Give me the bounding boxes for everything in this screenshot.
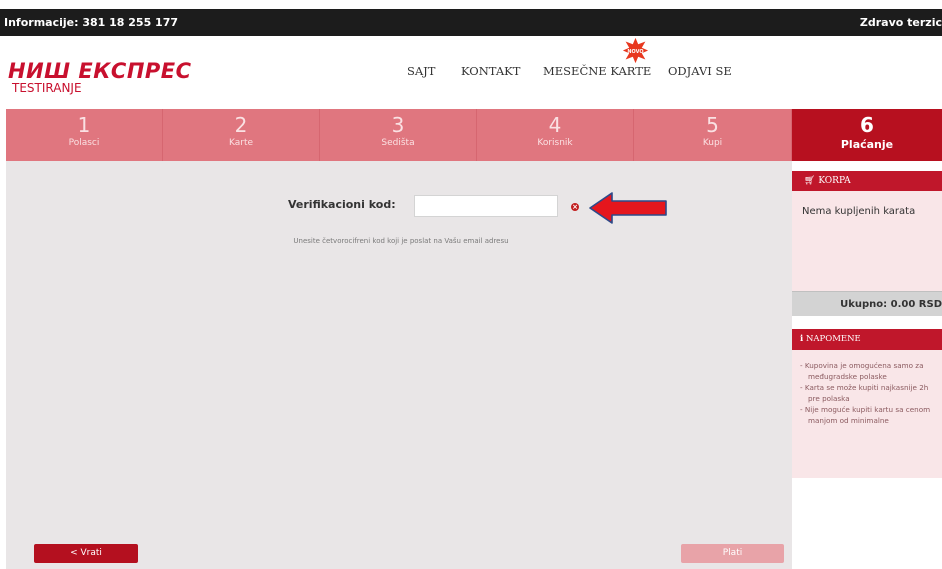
notes-header: i NAPOMENE [792, 329, 942, 350]
step-karte[interactable]: 2 Karte [163, 109, 320, 161]
nav-link-sajt[interactable]: SAJT [407, 64, 435, 78]
step-label: Plaćanje [840, 138, 894, 151]
step-number: 4 [548, 113, 562, 137]
step-label: Korisnik [537, 138, 573, 148]
cart-total: Ukupno: 0.00 RSD [840, 299, 942, 310]
step-number: 6 [860, 113, 874, 137]
verification-hint: Unesite četvorocifreni kod koji je posla… [293, 237, 509, 245]
step-number: 5 [706, 113, 719, 137]
top-info-bar: Informacije: 381 18 255 177 Zdravo terzi… [0, 9, 942, 36]
note-item: - Nije moguće kupiti kartu sa cenom manj… [800, 405, 931, 425]
nav-link-odjavi-se[interactable]: ODJAVI SE [668, 64, 732, 78]
main-content: Verifikacioni kod: × Unesite četvorocifr… [6, 161, 792, 569]
back-button[interactable]: < Vrati [34, 544, 138, 563]
x-circle-icon: × [571, 203, 579, 211]
step-label: Polasci [68, 138, 100, 148]
note-item: - Karta se može kupiti najkasnije 2h pre… [800, 383, 929, 403]
pay-button[interactable]: Plati [681, 544, 784, 563]
cart-header: 🛒︎ KORPA [792, 171, 942, 191]
verification-code-input[interactable] [414, 195, 558, 217]
contact-info: Informacije: 381 18 255 177 [4, 16, 179, 29]
sidebar: 🛒︎ KORPA Nema kupljenih karata Ukupno: 0… [792, 161, 942, 569]
step-kupi[interactable]: 5 Kupi [634, 109, 792, 161]
cart-total-bar: Ukupno: 0.00 RSD [792, 291, 942, 316]
cart-icon: 🛒︎ [804, 176, 816, 186]
logo-subtitle: TESTIRANJE [12, 81, 82, 95]
step-polasci[interactable]: 1 Polasci [6, 109, 163, 161]
cart-title: KORPA [818, 176, 851, 186]
step-label: Sedišta [381, 138, 415, 148]
user-greeting: Zdravo terzic [859, 16, 942, 29]
note-item: - Kupovina je omogućena samo za međugrad… [800, 361, 924, 381]
step-placanje: 6 Plaćanje [792, 109, 942, 161]
cart-empty-message: Nema kupljenih karata [802, 206, 916, 217]
logo[interactable]: НИШ ЕКСПРЕС [8, 59, 192, 83]
notes-title: NAPOMENE [805, 334, 861, 344]
new-badge-icon: NOVO [622, 37, 649, 64]
nav-link-mesecne-karte[interactable]: MESEČNE KARTE [543, 64, 651, 78]
info-icon: i [800, 334, 804, 344]
checkout-steps: 1 Polasci 2 Karte 3 Sedišta 4 Korisnik 5… [6, 109, 942, 161]
step-number: 3 [391, 113, 405, 137]
verification-code-label: Verifikacioni kod: [288, 198, 396, 211]
step-korisnik[interactable]: 4 Korisnik [477, 109, 634, 161]
red-arrow-icon [589, 192, 667, 224]
notes-body: - Kupovina je omogućena samo za međugrad… [792, 350, 942, 478]
new-badge-label: NOVO [627, 49, 643, 55]
step-label: Kupi [702, 138, 723, 148]
step-sedista[interactable]: 3 Sedišta [320, 109, 477, 161]
step-number: 2 [234, 113, 248, 137]
step-number: 1 [77, 113, 91, 137]
step-label: Karte [228, 138, 254, 148]
nav-link-kontakt[interactable]: KONTAKT [461, 64, 520, 78]
